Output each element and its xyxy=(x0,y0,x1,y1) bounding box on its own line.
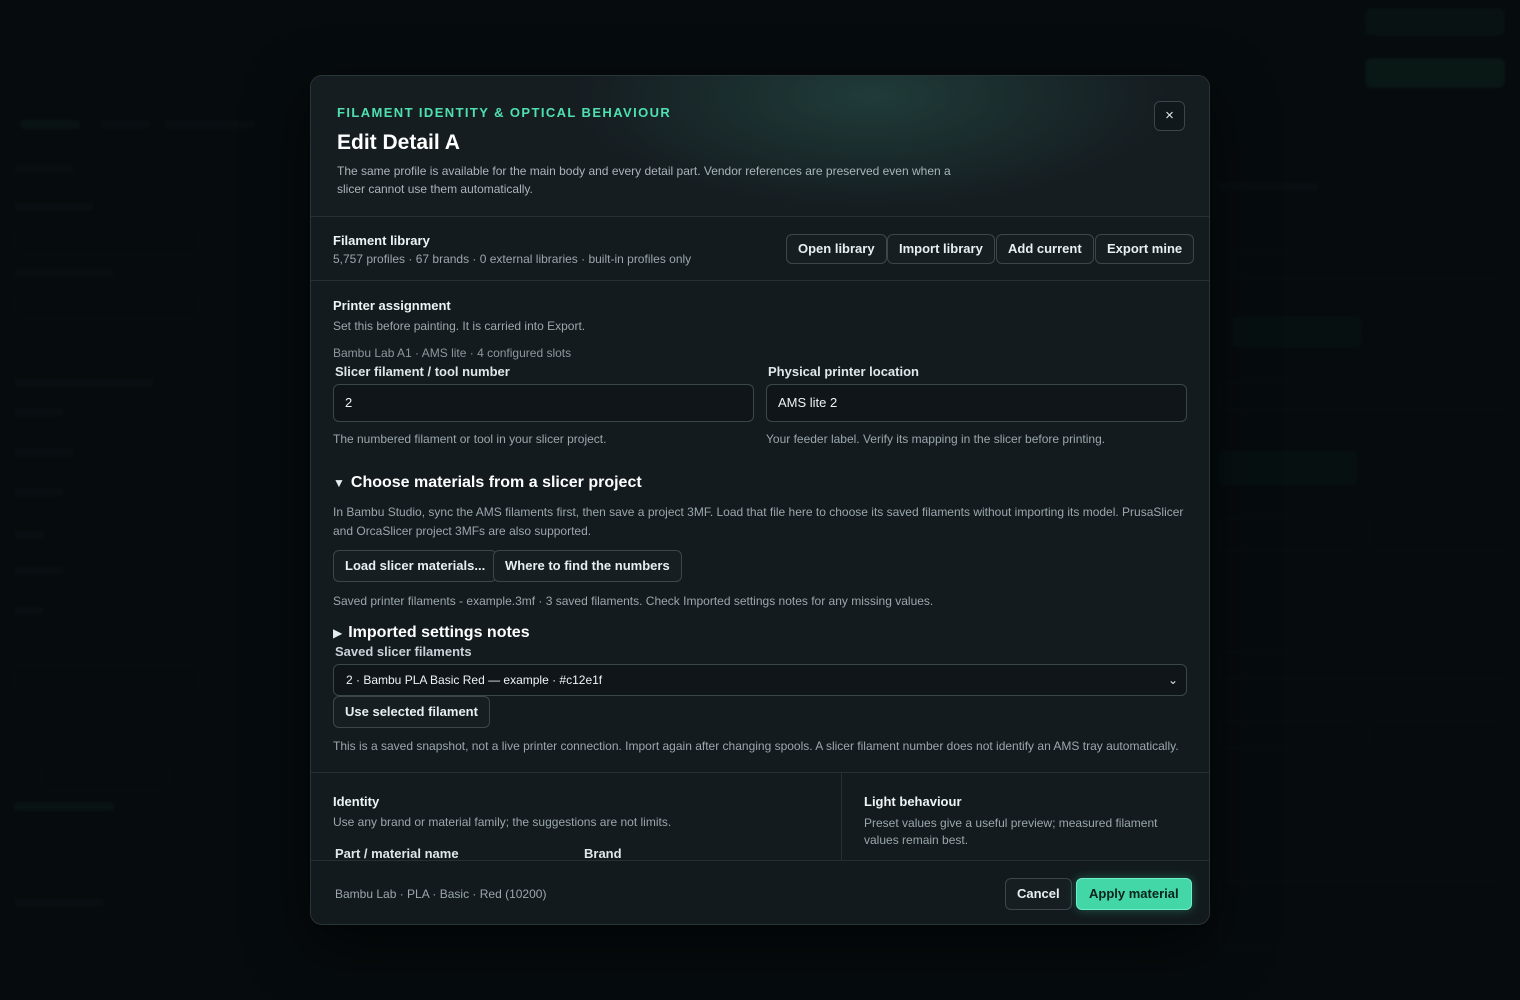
load-slicer-materials-button[interactable]: Load slicer materials... xyxy=(333,550,498,582)
slicer-project-description: In Bambu Studio, sync the AMS filaments … xyxy=(333,505,1184,538)
section-divider xyxy=(841,772,842,862)
library-summary: 5,757 profiles · 67 brands · 0 external … xyxy=(333,252,692,266)
slicer-project-disclosure[interactable]: ▼ Choose materials from a slicer project xyxy=(333,474,642,492)
dialog-title: Edit Detail A xyxy=(337,131,460,154)
close-icon: × xyxy=(1165,107,1174,124)
material-summary: Bambu Lab · PLA · Basic · Red (10200) xyxy=(335,887,547,901)
printer-assignment-title: Printer assignment xyxy=(333,298,451,313)
printer-location-label: Physical printer location xyxy=(768,364,919,379)
brand-label: Brand xyxy=(584,846,622,861)
tool-number-label: Slicer filament / tool number xyxy=(335,364,510,379)
open-library-button[interactable]: Open library xyxy=(786,234,887,264)
close-button[interactable]: × xyxy=(1154,101,1185,131)
dialog-eyebrow: FILAMENT IDENTITY & OPTICAL BEHAVIOUR xyxy=(337,105,672,120)
tool-number-help: The numbered filament or tool in your sl… xyxy=(333,432,607,446)
light-behaviour-title: Light behaviour xyxy=(864,794,962,809)
imported-notes-disclosure[interactable]: ▶ Imported settings notes xyxy=(333,624,530,642)
library-title: Filament library xyxy=(333,233,430,248)
printer-location-value: AMS lite 2 xyxy=(778,395,838,410)
printer-location-input[interactable]: AMS lite 2 xyxy=(766,384,1187,422)
slicer-project-heading: Choose materials from a slicer project xyxy=(350,474,642,491)
filament-library-section: Filament library 5,757 profiles · 67 bra… xyxy=(311,217,1209,281)
imported-notes-heading: Imported settings notes xyxy=(348,624,530,641)
triangle-right-icon: ▶ xyxy=(333,626,343,640)
saved-filaments-selected: 2 · Bambu PLA Basic Red — example · #c12… xyxy=(346,673,603,687)
printer-assignment-subtitle: Set this before painting. It is carried … xyxy=(333,319,586,333)
tool-number-value: 2 xyxy=(345,395,353,410)
dialog-header: FILAMENT IDENTITY & OPTICAL BEHAVIOUR Ed… xyxy=(311,76,1209,217)
printer-info: Bambu Lab A1 · AMS lite · 4 configured s… xyxy=(333,346,572,360)
where-to-find-numbers-button[interactable]: Where to find the numbers xyxy=(493,550,682,582)
saved-filaments-status: Saved printer filaments - example.3mf · … xyxy=(333,594,934,608)
export-mine-button[interactable]: Export mine xyxy=(1095,234,1195,264)
add-current-button[interactable]: Add current xyxy=(996,234,1094,264)
dialog-description: The same profile is available for the ma… xyxy=(337,164,951,196)
apply-material-button[interactable]: Apply material xyxy=(1076,878,1192,910)
import-library-button[interactable]: Import library xyxy=(887,234,995,264)
identity-title: Identity xyxy=(333,794,380,809)
saved-filaments-label: Saved slicer filaments xyxy=(335,644,472,659)
tool-number-input[interactable]: 2 xyxy=(333,384,754,422)
chevron-down-icon: ⌄ xyxy=(1167,673,1178,687)
triangle-down-icon: ▼ xyxy=(333,476,345,490)
material-name-label: Part / material name xyxy=(335,846,459,861)
snapshot-disclaimer: This is a saved snapshot, not a live pri… xyxy=(333,739,1179,753)
dialog-footer: Bambu Lab · PLA · Basic · Red (10200) Ca… xyxy=(311,860,1209,924)
identity-subtitle: Use any brand or material family; the su… xyxy=(333,815,672,829)
cancel-button[interactable]: Cancel xyxy=(1005,878,1072,910)
saved-filaments-select[interactable]: 2 · Bambu PLA Basic Red — example · #c12… xyxy=(333,664,1187,696)
edit-material-dialog: FILAMENT IDENTITY & OPTICAL BEHAVIOUR Ed… xyxy=(310,75,1210,925)
use-selected-filament-button[interactable]: Use selected filament xyxy=(333,696,490,728)
printer-location-help: Your feeder label. Verify its mapping in… xyxy=(766,432,1106,446)
light-behaviour-subtitle: Preset values give a useful preview; mea… xyxy=(864,816,1158,847)
